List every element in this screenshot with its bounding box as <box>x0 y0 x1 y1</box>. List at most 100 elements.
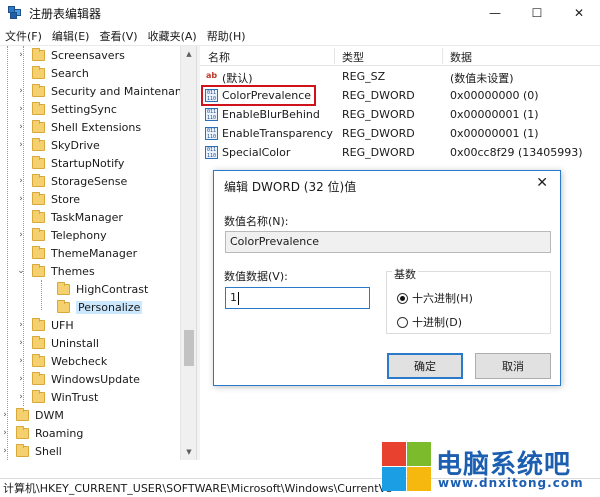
tree-item[interactable]: StartupNotify <box>16 154 124 172</box>
highlight-annotation <box>201 85 316 106</box>
table-row[interactable]: 011 110 SpecialColor REG_DWORD 0x00cc8f29 (… <box>200 143 600 162</box>
value-data-text: 1 <box>230 291 237 304</box>
binary-value-icon: 011 110 <box>205 108 218 121</box>
tree-item-label: Shell <box>35 444 62 458</box>
tree-item-label: SkyDrive <box>51 138 100 152</box>
radio-hex[interactable]: 十六进制(H) <box>397 290 473 306</box>
chevron-right-icon[interactable]: › <box>16 230 26 240</box>
value-name-field: ColorPrevalence <box>225 231 551 253</box>
tree-item[interactable]: › Roaming <box>0 424 83 442</box>
tree-item[interactable]: Personalize <box>41 298 143 316</box>
tree-item[interactable]: › WindowsUpdate <box>16 370 140 388</box>
tree-item[interactable]: › SettingSync <box>16 100 117 118</box>
tree-item[interactable]: HighContrast <box>41 280 148 298</box>
radio-unselected-icon[interactable] <box>397 316 408 328</box>
scroll-thumb[interactable] <box>184 330 194 366</box>
chevron-right-icon[interactable]: › <box>16 86 26 96</box>
scroll-up-arrow-icon[interactable]: ▲ <box>181 46 197 62</box>
cell-type: REG_DWORD <box>342 146 415 159</box>
tree-item[interactable]: › StorageSense <box>16 172 127 190</box>
tree-item[interactable]: › Uninstall <box>16 334 99 352</box>
folder-icon <box>32 119 45 133</box>
tree-item-label: TaskManager <box>51 210 123 224</box>
chevron-right-icon[interactable]: › <box>16 338 26 348</box>
tree-item-label: Uninstall <box>51 336 99 350</box>
tree-item-label: UFH <box>51 318 74 332</box>
scroll-down-arrow-icon[interactable]: ▼ <box>181 444 197 460</box>
maximize-button[interactable]: ☐ <box>516 0 558 26</box>
chevron-right-icon[interactable]: › <box>16 50 26 60</box>
tree-item-label: Shell Extensions <box>51 120 142 134</box>
menu-favorites[interactable]: 收藏夹(A) <box>143 28 202 44</box>
cell-data: 0x00000001 (1) <box>450 108 539 121</box>
table-row[interactable]: ab (默认) REG_SZ (数值未设置) <box>200 67 600 86</box>
minimize-button[interactable]: — <box>474 0 516 26</box>
tree-item[interactable]: › DWM <box>0 406 64 424</box>
column-data[interactable]: 数据 <box>450 49 472 65</box>
window-title: 注册表编辑器 <box>29 6 102 21</box>
chevron-right-icon[interactable]: › <box>16 356 26 366</box>
chevron-right-icon[interactable]: › <box>16 104 26 114</box>
chevron-right-icon[interactable]: › <box>16 320 26 330</box>
tree-item[interactable]: › Shell Extensions <box>16 118 141 136</box>
tree-item[interactable]: › Webcheck <box>16 352 107 370</box>
tree-item[interactable]: › Screensavers <box>16 46 125 64</box>
menu-file[interactable]: 文件(F) <box>0 28 47 44</box>
chevron-down-icon[interactable]: ⌄ <box>16 266 26 276</box>
folder-icon <box>32 47 45 61</box>
close-window-button[interactable]: ✕ <box>558 0 600 26</box>
tree-item[interactable]: Search <box>16 64 89 82</box>
tree-scrollbar[interactable]: ▲ ▼ <box>180 46 196 460</box>
folder-icon <box>32 371 45 385</box>
dialog-close-icon[interactable]: ✕ <box>536 175 548 191</box>
cancel-button[interactable]: 取消 <box>475 353 551 379</box>
chevron-right-icon[interactable]: › <box>16 392 26 402</box>
ok-button[interactable]: 确定 <box>387 353 463 379</box>
value-data-input[interactable]: 1 <box>225 287 370 309</box>
tree-item[interactable]: › WinTrust <box>16 388 98 406</box>
folder-icon <box>32 173 45 187</box>
chevron-right-icon[interactable]: › <box>0 410 10 420</box>
table-row[interactable]: 011 110 EnableTransparency REG_DWORD 0x0000… <box>200 124 600 143</box>
binary-value-icon: 011 110 <box>205 127 218 140</box>
folder-icon <box>32 155 45 169</box>
tree-item[interactable]: › Shell <box>0 442 62 460</box>
tree-item[interactable]: › Store <box>16 190 80 208</box>
tree-item[interactable]: › Security and Maintenance <box>16 82 195 100</box>
tree-item[interactable]: TaskManager <box>16 208 123 226</box>
tree-item-label: StartupNotify <box>51 156 125 170</box>
chevron-right-icon[interactable]: › <box>0 428 10 438</box>
tree-item[interactable]: ⌄ Themes <box>16 262 95 280</box>
cell-data: (数值未设置) <box>450 72 514 85</box>
cell-type: REG_SZ <box>342 70 386 83</box>
column-type[interactable]: 类型 <box>342 49 364 65</box>
cell-name: (默认) <box>222 72 253 85</box>
menu-help[interactable]: 帮助(H) <box>202 28 251 44</box>
tree-item-label: Store <box>51 192 81 206</box>
chevron-right-icon[interactable]: › <box>16 176 26 186</box>
chevron-right-icon[interactable]: › <box>0 446 10 456</box>
column-name[interactable]: 名称 <box>208 49 230 65</box>
menu-view[interactable]: 查看(V) <box>94 28 142 44</box>
tree-item-label: StorageSense <box>51 174 128 188</box>
chevron-right-icon[interactable]: › <box>16 140 26 150</box>
tree-item[interactable]: › UFH <box>16 316 74 334</box>
table-row[interactable]: 011 110 EnableBlurBehind REG_DWORD 0x000000… <box>200 105 600 124</box>
registry-editor-icon <box>8 6 22 20</box>
menu-edit[interactable]: 编辑(E) <box>47 28 95 44</box>
radio-decimal[interactable]: 十进制(D) <box>397 314 462 330</box>
tree-item[interactable]: ThemeManager <box>16 244 137 262</box>
value-data-label: 数值数据(V): <box>224 270 288 283</box>
folder-icon <box>32 209 45 223</box>
folder-icon <box>32 101 45 115</box>
folder-icon <box>32 191 45 205</box>
registry-tree[interactable]: › Screensavers Search › Security and Mainten… <box>0 46 196 460</box>
tree-item[interactable]: › SkyDrive <box>16 136 100 154</box>
chevron-right-icon[interactable]: › <box>16 374 26 384</box>
radio-hex-label: 十六进制(H) <box>412 292 473 305</box>
chevron-right-icon[interactable]: › <box>16 122 26 132</box>
chevron-right-icon[interactable]: › <box>16 194 26 204</box>
radio-selected-icon[interactable] <box>397 292 408 304</box>
folder-icon <box>32 65 45 79</box>
tree-item[interactable]: › Telephony <box>16 226 107 244</box>
